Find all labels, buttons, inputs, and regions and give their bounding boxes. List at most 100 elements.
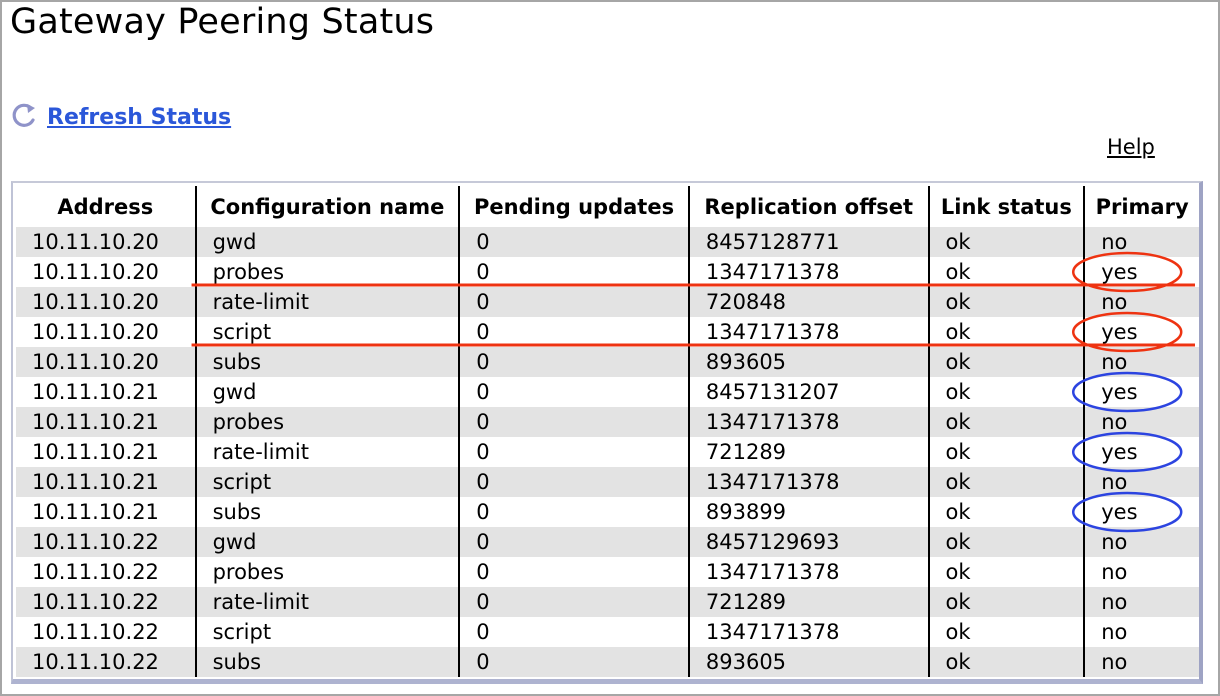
cell-pending-updates: 0 (459, 437, 690, 467)
cell-configuration-name: rate-limit (195, 587, 461, 617)
cell-replication-offset: 893605 (688, 347, 930, 377)
column-header-link-status[interactable]: Link status (928, 186, 1086, 227)
column-header-configuration-name[interactable]: Configuration name (195, 186, 461, 227)
cell-pending-updates: 0 (459, 377, 690, 407)
cell-pending-updates: 0 (459, 407, 690, 437)
cell-pending-updates: 0 (459, 527, 690, 557)
help-link[interactable]: Help (1107, 135, 1155, 159)
cell-address: 10.11.10.20 (16, 227, 197, 257)
table-row: 10.11.10.21 probes 0 1347171378 ok no (16, 407, 1199, 437)
cell-replication-offset: 721289 (688, 587, 930, 617)
table-row: 10.11.10.21 rate-limit 0 721289 ok yes (16, 437, 1199, 467)
cell-primary: yes (1101, 260, 1138, 284)
table-row: 10.11.10.22 script 0 1347171378 ok no (16, 617, 1199, 647)
cell-replication-offset: 1347171378 (688, 317, 930, 347)
cell-configuration-name: probes (195, 407, 461, 437)
cell-link-status: ok (928, 407, 1086, 437)
cell-primary: yes (1101, 500, 1138, 524)
cell-address: 10.11.10.21 (16, 407, 197, 437)
table-row: 10.11.10.21 gwd 0 8457131207 ok yes (16, 377, 1199, 407)
cell-replication-offset: 1347171378 (688, 257, 930, 287)
cell-pending-updates: 0 (459, 287, 690, 317)
page-title: Gateway Peering Status (10, 2, 435, 42)
cell-configuration-name: gwd (195, 527, 461, 557)
cell-address: 10.11.10.22 (16, 617, 197, 647)
cell-link-status: ok (928, 347, 1086, 377)
cell-address: 10.11.10.20 (16, 287, 197, 317)
cell-link-status: ok (928, 527, 1086, 557)
table-row: 10.11.10.22 gwd 0 8457129693 ok no (16, 527, 1199, 557)
cell-address: 10.11.10.20 (16, 347, 197, 377)
refresh-icon[interactable] (10, 102, 38, 130)
table-row: 10.11.10.21 script 0 1347171378 ok no (16, 467, 1199, 497)
cell-pending-updates: 0 (459, 617, 690, 647)
cell-primary: no (1084, 647, 1199, 677)
cell-replication-offset: 720848 (688, 287, 930, 317)
cell-pending-updates: 0 (459, 227, 690, 257)
cell-configuration-name: subs (195, 497, 461, 527)
cell-primary: no (1084, 587, 1199, 617)
refresh-status-link[interactable]: Refresh Status (47, 105, 231, 130)
cell-configuration-name: rate-limit (195, 287, 461, 317)
cell-link-status: ok (928, 647, 1086, 677)
peering-table-container: Address Configuration name Pending updat… (11, 181, 1203, 684)
cell-link-status: ok (928, 287, 1086, 317)
cell-address: 10.11.10.21 (16, 467, 197, 497)
cell-configuration-name: probes (195, 557, 461, 587)
cell-primary: yes (1101, 440, 1138, 464)
cell-link-status: ok (928, 557, 1086, 587)
cell-configuration-name: subs (195, 647, 461, 677)
cell-address: 10.11.10.22 (16, 587, 197, 617)
cell-link-status: ok (928, 257, 1086, 287)
table-row: 10.11.10.22 probes 0 1347171378 ok no (16, 557, 1199, 587)
cell-pending-updates: 0 (459, 467, 690, 497)
table-row: 10.11.10.20 probes 0 1347171378 ok yes (16, 257, 1199, 287)
cell-address: 10.11.10.22 (16, 527, 197, 557)
column-header-primary[interactable]: Primary (1084, 186, 1199, 227)
cell-link-status: ok (928, 437, 1086, 467)
cell-replication-offset: 8457129693 (688, 527, 930, 557)
cell-replication-offset: 893605 (688, 647, 930, 677)
cell-configuration-name: script (195, 317, 461, 347)
cell-pending-updates: 0 (459, 257, 690, 287)
cell-primary: no (1084, 287, 1199, 317)
cell-link-status: ok (928, 317, 1086, 347)
cell-pending-updates: 0 (459, 557, 690, 587)
cell-link-status: ok (928, 587, 1086, 617)
cell-configuration-name: gwd (195, 377, 461, 407)
cell-replication-offset: 721289 (688, 437, 930, 467)
cell-address: 10.11.10.20 (16, 317, 197, 347)
table-header-row: Address Configuration name Pending updat… (16, 186, 1199, 227)
cell-pending-updates: 0 (459, 647, 690, 677)
table-row: 10.11.10.22 rate-limit 0 721289 ok no (16, 587, 1199, 617)
column-header-pending-updates[interactable]: Pending updates (459, 186, 690, 227)
column-header-address[interactable]: Address (16, 186, 197, 227)
table-row: 10.11.10.20 gwd 0 8457128771 ok no (16, 227, 1199, 257)
cell-address: 10.11.10.21 (16, 377, 197, 407)
table-row: 10.11.10.21 subs 0 893899 ok yes (16, 497, 1199, 527)
cell-replication-offset: 1347171378 (688, 617, 930, 647)
cell-address: 10.11.10.21 (16, 497, 197, 527)
cell-address: 10.11.10.22 (16, 557, 197, 587)
table-row: 10.11.10.20 script 0 1347171378 ok yes (16, 317, 1199, 347)
cell-replication-offset: 1347171378 (688, 407, 930, 437)
cell-replication-offset: 8457128771 (688, 227, 930, 257)
cell-primary: no (1101, 560, 1128, 584)
cell-replication-offset: 1347171378 (688, 467, 930, 497)
cell-link-status: ok (928, 227, 1086, 257)
cell-configuration-name: probes (195, 257, 461, 287)
cell-pending-updates: 0 (459, 347, 690, 377)
cell-configuration-name: subs (195, 347, 461, 377)
column-header-replication-offset[interactable]: Replication offset (688, 186, 930, 227)
cell-primary: no (1084, 407, 1199, 437)
cell-primary: no (1084, 467, 1199, 497)
cell-pending-updates: 0 (459, 497, 690, 527)
table-row: 10.11.10.20 subs 0 893605 ok no (16, 347, 1199, 377)
cell-primary: no (1084, 227, 1199, 257)
cell-replication-offset: 1347171378 (688, 557, 930, 587)
cell-configuration-name: gwd (195, 227, 461, 257)
table-body: 10.11.10.20 gwd 0 8457128771 ok no 10.11.10.20… (16, 227, 1199, 677)
cell-link-status: ok (928, 377, 1086, 407)
cell-primary: no (1101, 620, 1128, 644)
cell-primary: no (1084, 527, 1199, 557)
